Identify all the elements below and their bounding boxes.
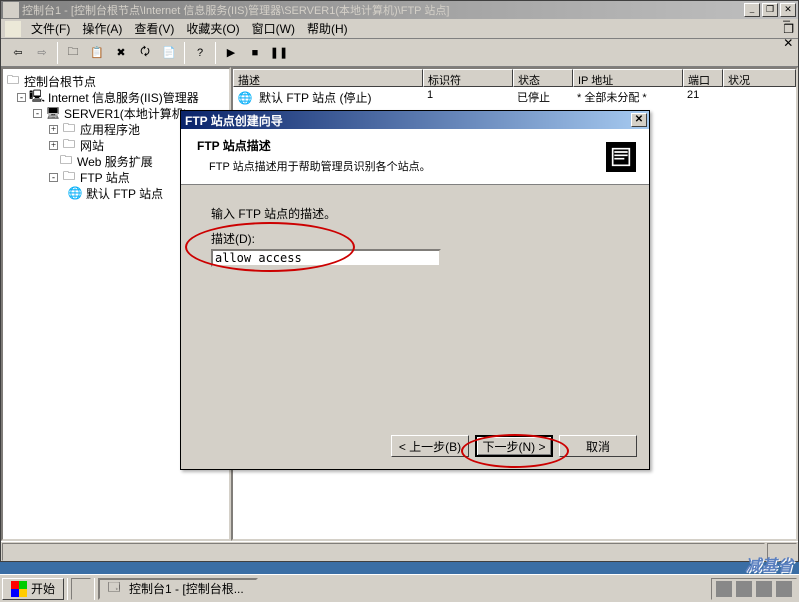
start-label: 开始 — [31, 580, 55, 597]
wizard-header-sub: FTP 站点描述用于帮助管理员识别各个站点。 — [209, 158, 577, 174]
menu-file[interactable]: 文件(F) — [25, 18, 76, 39]
wizard-dialog: FTP 站点创建向导 ✕ FTP 站点描述 FTP 站点描述用于帮助管理员识别各… — [180, 110, 650, 470]
start-button[interactable]: 开始 — [2, 578, 64, 600]
col-port[interactable]: 端口 — [683, 69, 723, 87]
collapse-icon[interactable]: - — [17, 93, 26, 102]
tree-defaultftp[interactable]: 默认 FTP 站点 — [86, 185, 163, 202]
export-button[interactable]: 📄 — [158, 42, 180, 64]
task-button[interactable]: 🗔 控制台1 - [控制台根... — [98, 578, 258, 600]
folder-icon: 🗀 — [61, 169, 77, 185]
ftp-site-icon: 🌐 — [237, 90, 253, 106]
child-restore-button[interactable]: ❐ — [783, 22, 794, 36]
tray-icon[interactable] — [776, 581, 792, 597]
expand-icon[interactable]: + — [49, 141, 58, 150]
stop-button[interactable]: ■ — [244, 42, 266, 64]
wizard-prompt: 输入 FTP 站点的描述。 — [211, 205, 619, 222]
watermark: 减基省 — [745, 552, 793, 576]
play-button[interactable]: ▶ — [220, 42, 242, 64]
collapse-icon[interactable]: - — [33, 109, 42, 118]
windows-logo-icon — [11, 581, 27, 597]
server-icon: 🖳 — [29, 89, 45, 105]
menu-action[interactable]: 操作(A) — [76, 18, 128, 39]
computer-icon: 🖥 — [45, 105, 61, 121]
tree-ftp[interactable]: FTP 站点 — [80, 169, 130, 186]
refresh-button[interactable]: 🗘 — [134, 42, 156, 64]
quicklaunch[interactable] — [71, 578, 91, 600]
wizard-header-title: FTP 站点描述 — [197, 137, 577, 154]
doc-icon — [5, 21, 21, 37]
col-status[interactable]: 状况 — [723, 69, 796, 87]
forward-button[interactable]: ⇨ — [31, 42, 53, 64]
menu-window[interactable]: 窗口(W) — [246, 18, 301, 39]
menu-view[interactable]: 查看(V) — [128, 18, 180, 39]
tree-server[interactable]: SERVER1(本地计算机) — [64, 105, 188, 122]
props-button[interactable]: 📋 — [86, 42, 108, 64]
app-icon: 🗔 — [106, 581, 122, 597]
menu-favorites[interactable]: 收藏夹(O) — [180, 18, 245, 39]
folder-icon: 🗀 — [5, 73, 21, 89]
tray-icon[interactable] — [756, 581, 772, 597]
child-minimize-button[interactable]: _ — [783, 8, 794, 22]
wizard-input-label: 描述(D): — [211, 230, 619, 247]
tree-webext[interactable]: Web 服务扩展 — [77, 153, 153, 170]
next-button[interactable]: 下一步(N) > — [475, 435, 553, 457]
titlebar[interactable]: 控制台1 - [控制台根节点\Internet 信息服务(IIS)管理器\SER… — [1, 1, 798, 19]
list-row[interactable]: 🌐 默认 FTP 站点 (停止) 1 已停止 * 全部未分配 * 21 — [233, 87, 796, 108]
col-ip[interactable]: IP 地址 — [573, 69, 683, 87]
toolbar: ⇦ ⇨ 🗀 📋 ✖ 🗘 📄 ? ▶ ■ ❚❚ — [1, 39, 798, 67]
cell-id: 1 — [423, 88, 513, 107]
child-close-button[interactable]: ✕ — [783, 36, 794, 50]
tray-icon[interactable] — [716, 581, 732, 597]
tree-apppool[interactable]: 应用程序池 — [80, 121, 140, 138]
ftp-site-icon: 🌐 — [67, 185, 83, 201]
expand-icon[interactable]: + — [49, 125, 58, 134]
menu-help[interactable]: 帮助(H) — [301, 18, 354, 39]
delete-button[interactable]: ✖ — [110, 42, 132, 64]
col-state[interactable]: 状态 — [513, 69, 573, 87]
help-button[interactable]: ? — [189, 42, 211, 64]
wizard-icon — [593, 129, 649, 184]
taskbar: 开始 🗔 控制台1 - [控制台根... — [0, 574, 799, 602]
cell-status — [723, 88, 796, 107]
cell-ip: * 全部未分配 * — [573, 88, 683, 107]
menubar: 文件(F) 操作(A) 查看(V) 收藏夹(O) 窗口(W) 帮助(H) _ ❐… — [1, 19, 798, 39]
cell-state: 已停止 — [513, 88, 573, 107]
cancel-button[interactable]: 取消 — [559, 435, 637, 457]
tree-sites[interactable]: 网站 — [80, 137, 104, 154]
description-input[interactable] — [211, 249, 441, 267]
pause-button[interactable]: ❚❚ — [268, 42, 290, 64]
tree-iis[interactable]: Internet 信息服务(IIS)管理器 — [48, 89, 199, 106]
task-label: 控制台1 - [控制台根... — [129, 580, 244, 597]
cell-desc: 默认 FTP 站点 (停止) — [259, 89, 371, 106]
minimize-button[interactable]: _ — [744, 3, 760, 17]
statusbar — [1, 541, 798, 561]
tray-icon[interactable] — [736, 581, 752, 597]
window-title: 控制台1 - [控制台根节点\Internet 信息服务(IIS)管理器\SER… — [22, 2, 744, 18]
up-button[interactable]: 🗀 — [62, 42, 84, 64]
back-button[interactable]: < 上一步(B) — [391, 435, 469, 457]
restore-button[interactable]: ❐ — [762, 3, 778, 17]
app-icon — [3, 2, 19, 18]
wizard-close-button[interactable]: ✕ — [631, 113, 647, 127]
wizard-title: FTP 站点创建向导 — [183, 112, 631, 129]
col-id[interactable]: 标识符 — [423, 69, 513, 87]
cell-port: 21 — [683, 88, 723, 107]
back-button[interactable]: ⇦ — [7, 42, 29, 64]
wizard-titlebar[interactable]: FTP 站点创建向导 ✕ — [181, 111, 649, 129]
collapse-icon[interactable]: - — [49, 173, 58, 182]
col-desc[interactable]: 描述 — [233, 69, 423, 87]
system-tray[interactable] — [711, 578, 797, 600]
